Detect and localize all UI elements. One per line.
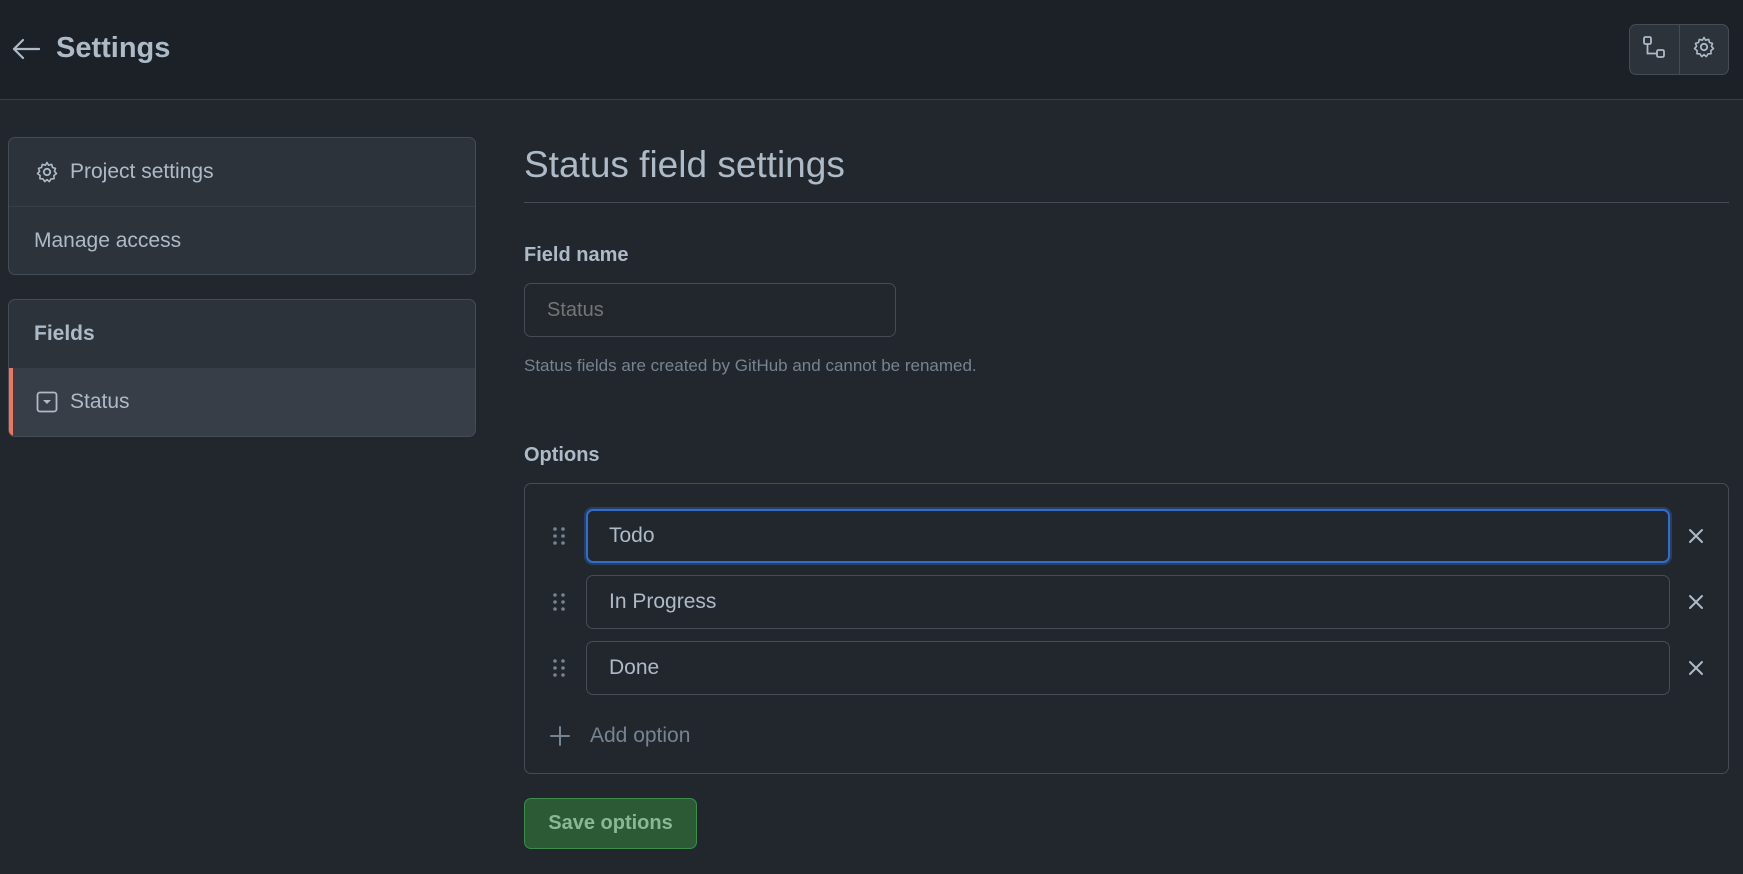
field-name-label: Field name <box>524 244 629 266</box>
field-name-hint: Status fields are created by GitHub and … <box>524 356 977 375</box>
divider <box>524 202 1729 203</box>
close-icon[interactable] <box>1683 655 1709 681</box>
workflows-button[interactable] <box>1630 25 1679 74</box>
gear-icon <box>1692 35 1716 64</box>
sidebar-item-label: Project settings <box>70 160 214 183</box>
option-input[interactable] <box>586 509 1670 563</box>
option-input[interactable] <box>586 575 1670 629</box>
add-option-button[interactable]: Add option <box>549 721 690 751</box>
close-icon[interactable] <box>1683 523 1709 549</box>
top-bar: Settings <box>0 0 1743 100</box>
drag-handle-icon[interactable] <box>551 655 567 681</box>
workflow-icon <box>1642 35 1666 64</box>
sidebar-item-project-settings[interactable]: Project settings <box>9 138 475 206</box>
settings-button[interactable] <box>1678 25 1729 74</box>
list-item <box>525 509 1730 563</box>
drag-handle-icon[interactable] <box>551 523 567 549</box>
section-title: Status field settings <box>524 144 845 185</box>
drag-handle-icon[interactable] <box>551 589 567 615</box>
single-select-icon <box>34 389 60 415</box>
fields-nav: Fields Status <box>8 299 476 437</box>
list-item <box>525 575 1730 629</box>
list-item <box>525 641 1730 695</box>
add-option-label: Add option <box>590 724 691 747</box>
options-label: Options <box>524 444 600 466</box>
back-arrow-icon[interactable] <box>10 33 42 65</box>
fields-heading: Fields <box>34 322 95 345</box>
close-icon[interactable] <box>1683 589 1709 615</box>
sidebar-item-manage-access[interactable]: Manage access <box>9 206 475 274</box>
sidebar-item-label: Manage access <box>34 228 182 252</box>
view-actions <box>1629 24 1729 75</box>
sidebar-item-status[interactable]: Status <box>9 368 475 436</box>
gear-icon <box>34 159 60 185</box>
field-name-input[interactable] <box>524 283 896 337</box>
save-options-button[interactable]: Save options <box>524 798 697 849</box>
options-list: Add option <box>524 483 1729 774</box>
plus-icon <box>549 725 573 747</box>
sidebar-item-label: Status <box>70 390 130 413</box>
option-input[interactable] <box>586 641 1670 695</box>
page-title: Settings <box>56 32 171 64</box>
settings-nav: Project settings Manage access <box>8 137 476 275</box>
